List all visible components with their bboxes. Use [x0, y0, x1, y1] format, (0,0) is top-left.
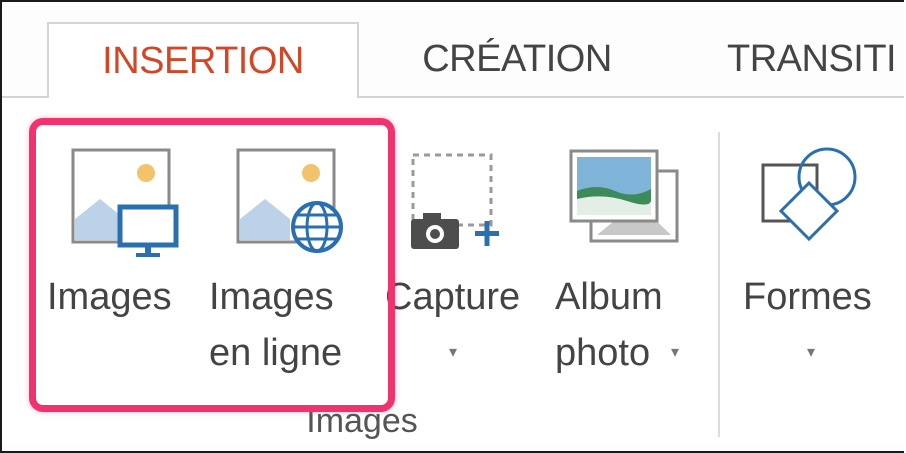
album-label-line1: Album: [555, 276, 663, 318]
album-dropdown-arrow[interactable]: ▾: [671, 342, 679, 362]
capture-button[interactable]: Capture ▾: [385, 142, 537, 382]
album-label-line2: photo: [555, 332, 651, 374]
highlight-box: [29, 118, 395, 412]
tab-creation[interactable]: CRÉATION: [382, 22, 652, 96]
formes-button[interactable]: Formes ▾: [737, 142, 904, 382]
capture-label: Capture: [385, 276, 521, 318]
ribbon-window: INSERTION CRÉATION TRANSITI Images Image…: [0, 0, 904, 453]
tab-transitions[interactable]: TRANSITI: [727, 22, 904, 96]
formes-label: Formes: [743, 276, 872, 318]
shapes-icon: [761, 147, 857, 242]
album-photo-button[interactable]: Album photo ▾: [547, 142, 697, 382]
formes-dropdown-arrow[interactable]: ▾: [807, 342, 815, 362]
capture-dropdown-arrow[interactable]: ▾: [449, 342, 457, 362]
camera-capture-icon: [411, 153, 499, 249]
photo-album-icon: [569, 149, 679, 243]
tab-insertion[interactable]: INSERTION: [47, 22, 359, 98]
group-separator: [718, 132, 720, 437]
